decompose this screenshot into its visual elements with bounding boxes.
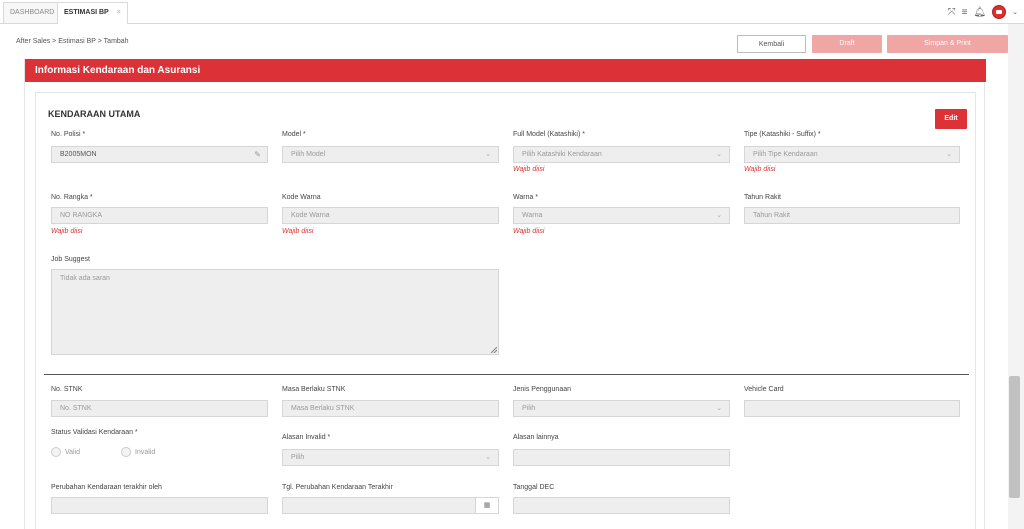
full-model-error: Wajib diisi: [513, 166, 545, 173]
kode-warna-error: Wajib diisi: [282, 228, 314, 235]
jenis-penggunaan-placeholder: Pilih: [522, 405, 536, 412]
alasan-lainnya-label: Alasan lainnya: [513, 434, 559, 441]
alasan-invalid-select[interactable]: Pilih ⌄: [282, 449, 499, 466]
divider: [44, 374, 969, 375]
top-bar: DASHBOARD ESTIMASI BP × ⤧ ≡ 🔔︎ ⌄: [0, 0, 1024, 24]
jenis-penggunaan-label: Jenis Penggunaan: [513, 386, 571, 393]
radio-valid[interactable]: Valid: [51, 447, 80, 457]
job-suggest-textarea[interactable]: Tidak ada saran: [51, 269, 499, 355]
menu-icon[interactable]: ≡: [962, 7, 968, 18]
tanggal-dec-field[interactable]: [513, 497, 730, 514]
status-validasi-label: Status Validasi Kendaraan *: [51, 429, 138, 436]
chevron-down-icon: ⌄: [716, 212, 722, 219]
perubahan-oleh-field[interactable]: [51, 497, 268, 514]
no-stnk-placeholder: No. STNK: [60, 405, 92, 412]
kode-warna-placeholder: Kode Warna: [291, 212, 330, 219]
chevron-down-icon: ⌄: [716, 405, 722, 412]
scrollbar[interactable]: [1008, 24, 1024, 529]
pencil-icon: ✎: [254, 150, 261, 159]
vehicle-card-label: Vehicle Card: [744, 386, 784, 393]
kembali-button[interactable]: Kembali: [737, 35, 806, 53]
tipe-label: Tipe (Katashiki - Suffix) *: [744, 131, 821, 138]
radio-circle-icon: [51, 447, 61, 457]
section-title: Informasi Kendaraan dan Asuransi: [25, 59, 986, 82]
simpan-print-button[interactable]: Simpan & Print: [887, 35, 1008, 53]
chevron-down-icon[interactable]: ⌄: [1012, 8, 1018, 16]
tgl-perubahan-label: Tgl. Perubahan Kendaraan Terakhir: [282, 484, 393, 491]
full-model-placeholder: Pilih Katashiki Kendaraan: [522, 151, 602, 158]
radio-valid-label: Valid: [65, 448, 81, 456]
tipe-placeholder: Pilih Tipe Kendaraan: [753, 151, 818, 158]
masa-berlaku-field[interactable]: Masa Berlaku STNK: [282, 400, 499, 417]
alasan-invalid-placeholder: Pilih: [291, 454, 305, 461]
warna-placeholder: Warna: [522, 212, 543, 219]
tab-dashboard[interactable]: DASHBOARD: [3, 2, 62, 23]
calendar-icon[interactable]: ▦: [475, 498, 498, 513]
jenis-penggunaan-select[interactable]: Pilih ⌄: [513, 400, 730, 417]
chevron-down-icon: ⌄: [485, 151, 491, 158]
tipe-error: Wajib diisi: [744, 166, 776, 173]
alasan-invalid-label: Alasan Invalid *: [282, 434, 331, 441]
model-select[interactable]: Pilih Model ⌄: [282, 146, 499, 163]
chevron-down-icon: ⌄: [485, 454, 491, 461]
tanggal-dec-label: Tanggal DEC: [513, 484, 555, 491]
breadcrumb: After Sales > Estimasi BP > Tambah: [16, 38, 129, 45]
fullscreen-icon[interactable]: ⤧: [948, 7, 956, 18]
alasan-lainnya-field[interactable]: [513, 449, 730, 466]
warna-select[interactable]: Warna ⌄: [513, 207, 730, 224]
masa-berlaku-placeholder: Masa Berlaku STNK: [291, 405, 355, 412]
header-icons: ⤧ ≡ 🔔︎ ⌄: [948, 4, 1018, 20]
tab-estimasi-bp[interactable]: ESTIMASI BP ×: [57, 2, 128, 24]
no-rangka-field[interactable]: NO RANGKA: [51, 207, 268, 224]
job-suggest-label: Job Suggest: [51, 256, 90, 263]
vehicle-card-field[interactable]: [744, 400, 960, 417]
resize-handle-icon[interactable]: [491, 347, 497, 353]
full-model-label: Full Model (Katashiki) *: [513, 131, 585, 138]
draft-button[interactable]: Draft: [812, 35, 882, 53]
tab-dashboard-label: DASHBOARD: [10, 9, 55, 16]
no-polisi-label: No. Polisi *: [51, 131, 86, 138]
main-content: Informasi Kendaraan dan Asuransi KENDARA…: [24, 59, 986, 529]
card-title: KENDARAAN UTAMA: [48, 109, 141, 119]
no-rangka-error: Wajib diisi: [51, 228, 83, 235]
warna-error: Wajib diisi: [513, 228, 545, 235]
tipe-select[interactable]: Pilih Tipe Kendaraan ⌄: [744, 146, 960, 163]
edit-button[interactable]: Edit: [935, 109, 967, 129]
full-model-select[interactable]: Pilih Katashiki Kendaraan ⌄: [513, 146, 730, 163]
radio-invalid[interactable]: Invalid: [121, 447, 155, 457]
masa-berlaku-label: Masa Berlaku STNK: [282, 386, 346, 393]
chevron-down-icon: ⌄: [946, 151, 952, 158]
no-polisi-value: B2005MON: [60, 151, 97, 158]
tahun-rakit-field[interactable]: Tahun Rakit: [744, 207, 960, 224]
no-stnk-label: No. STNK: [51, 386, 83, 393]
tahun-rakit-placeholder: Tahun Rakit: [753, 212, 790, 219]
radio-circle-icon: [121, 447, 131, 457]
scrollbar-thumb[interactable]: [1009, 376, 1020, 498]
tab-close-icon[interactable]: ×: [117, 9, 121, 16]
avatar-icon[interactable]: [992, 5, 1007, 19]
tgl-perubahan-field[interactable]: ▦: [282, 497, 499, 514]
kode-warna-label: Kode Warna: [282, 194, 321, 201]
kode-warna-field[interactable]: Kode Warna: [282, 207, 499, 224]
no-rangka-placeholder: NO RANGKA: [60, 212, 103, 219]
model-label: Model *: [282, 131, 306, 138]
radio-invalid-label: Invalid: [135, 448, 156, 456]
tab-estimasi-bp-label: ESTIMASI BP: [64, 9, 109, 16]
chevron-down-icon: ⌄: [716, 151, 722, 158]
job-suggest-placeholder: Tidak ada saran: [60, 275, 110, 282]
tahun-rakit-label: Tahun Rakit: [744, 194, 781, 201]
no-polisi-field[interactable]: B2005MON ✎: [51, 146, 268, 163]
no-stnk-field[interactable]: No. STNK: [51, 400, 268, 417]
perubahan-oleh-label: Perubahan Kendaraan terakhir oleh: [51, 484, 162, 491]
vehicle-card-panel: KENDARAAN UTAMA Edit No. Polisi * B2005M…: [35, 92, 976, 529]
no-rangka-label: No. Rangka *: [51, 194, 93, 201]
warna-label: Warna *: [513, 194, 539, 201]
bell-icon[interactable]: 🔔︎: [973, 7, 986, 18]
model-placeholder: Pilih Model: [291, 151, 326, 158]
